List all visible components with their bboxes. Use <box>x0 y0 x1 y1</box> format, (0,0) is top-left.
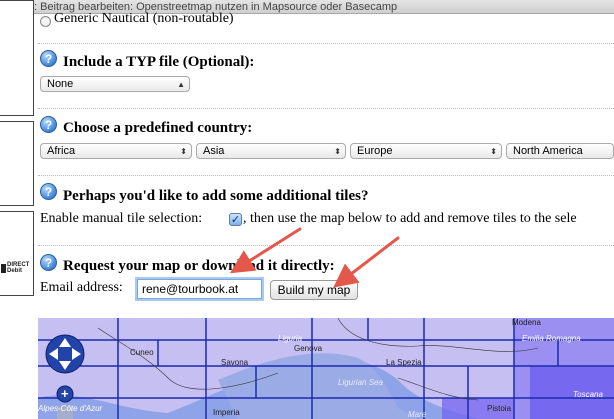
typ-heading: Include a TYP file (Optional): <box>63 54 255 70</box>
country-select-asia[interactable]: Asia ⬍ <box>196 143 346 159</box>
map-label-pistoia: Pistoia <box>487 404 512 413</box>
map-label-ligurian-sea: Ligurian Sea <box>338 378 383 387</box>
tile-selection-instructions: , then use the map below to add and remo… <box>243 211 577 226</box>
left-panel-box-1 <box>0 0 34 116</box>
email-label: Email address: <box>40 280 123 295</box>
section-divider <box>38 108 614 109</box>
country-select-value: North America <box>513 145 583 157</box>
country-select-value: Africa <box>47 145 76 157</box>
direct-debit-logo-icon <box>1 263 6 273</box>
select-arrow-icon: ▲ <box>177 80 185 89</box>
select-arrow-icon: ⬍ <box>180 147 187 156</box>
map-label-la-spezia: La Spezia <box>386 358 422 367</box>
left-panel-box-3 <box>0 211 34 296</box>
tiles-heading: Perhaps you'd like to add some additiona… <box>63 188 369 204</box>
country-heading: Choose a predefined country: <box>63 120 253 136</box>
map-label-genova: Genova <box>294 344 323 353</box>
build-map-button-label: Build my map <box>277 283 351 297</box>
help-question-icon[interactable]: ? <box>40 183 57 200</box>
map-label-cuneo: Cuneo <box>130 348 154 357</box>
help-question-icon[interactable]: ? <box>40 116 57 133</box>
map-label-imperia: Imperia <box>213 408 240 417</box>
email-field-value: rene@tourbook.at <box>142 282 239 296</box>
direct-debit-line2: Debit <box>7 268 22 274</box>
build-map-button[interactable]: Build my map <box>270 280 358 300</box>
tile-selection-label: Enable manual tile selection: <box>40 211 203 226</box>
map-label-modena: Modena <box>512 318 541 327</box>
map-pan-control[interactable] <box>45 334 85 374</box>
country-select-north-america[interactable]: North America <box>506 143 614 159</box>
checkmark-icon: ✓ <box>230 213 241 226</box>
request-heading: Request your map or download it directly… <box>63 258 335 274</box>
country-select-africa[interactable]: Africa ⬍ <box>40 143 192 159</box>
section-divider <box>38 43 614 44</box>
email-field[interactable]: rene@tourbook.at <box>137 279 262 299</box>
map-label-savona: Savona <box>221 358 249 367</box>
help-question-icon[interactable]: ? <box>40 50 57 67</box>
select-arrow-icon: ⬍ <box>490 147 497 156</box>
help-question-icon[interactable]: ? <box>40 254 57 271</box>
map-label-liguria: Liguria <box>278 334 303 343</box>
country-select-value: Europe <box>357 145 393 157</box>
left-panel-box-2 <box>0 121 34 206</box>
generic-nautical-label: Generic Nautical (non-routable) <box>54 11 234 26</box>
country-select-europe[interactable]: Europe ⬍ <box>350 143 502 159</box>
manual-tile-checkbox[interactable]: ✓ <box>229 213 242 226</box>
tile-map[interactable]: + Cuneo Savona Genova La Spezia Imperia … <box>38 318 614 419</box>
map-zoom-in-label[interactable]: + <box>61 386 69 401</box>
map-label-alpes-cote-dazur: Alpes-Côte d'Azur <box>38 404 103 413</box>
typ-select-value: None <box>47 78 74 90</box>
direct-debit-badge: DIRECT Debit <box>1 262 31 274</box>
country-select-value: Asia <box>203 145 225 157</box>
section-divider <box>38 245 614 246</box>
generic-nautical-radio[interactable] <box>40 16 51 27</box>
typ-select[interactable]: None ▲ <box>40 76 190 92</box>
map-label-toscana: Toscana <box>573 390 603 399</box>
section-divider <box>38 175 614 176</box>
map-label-emilia-romagna: Emilia Romagna <box>522 334 581 343</box>
select-arrow-icon: ⬍ <box>334 147 341 156</box>
map-label-mare: Mare <box>408 410 427 419</box>
